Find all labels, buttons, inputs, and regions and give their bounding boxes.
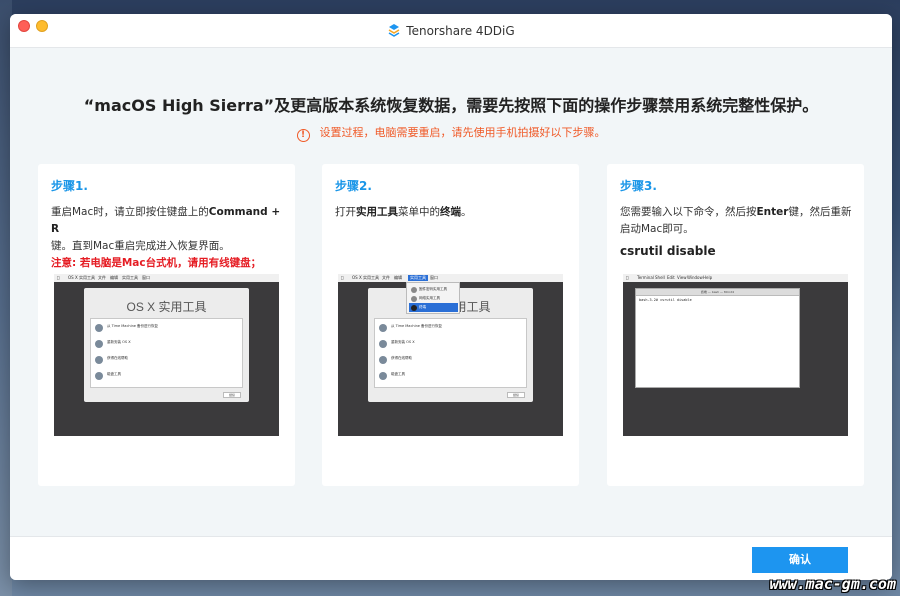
app-window: Tenorshare 4DDiG “macOS High Sierra”及更高版… [10, 14, 892, 580]
menu-label: 窗口 [142, 275, 150, 280]
utilities-dropdown-menu: 固件密码实用工具 网络实用工具 终端 [406, 282, 460, 314]
menu-label-active: 实用工具 [408, 275, 428, 281]
menu-item: 网络实用工具 [409, 294, 458, 303]
terminal-line: bash-3.2# csrutil disable [639, 298, 692, 302]
step-title: 步骤2. [335, 179, 372, 193]
step-note: 注意: 若电脑是Mac台式机，请用有线键盘； [51, 257, 262, 269]
list-item: 磁盘工具 [95, 371, 235, 383]
list-item: 重新安装 OS X [95, 339, 235, 351]
restart-warning: ! 设置过程，电脑需要重启，请先使用手机拍摄好以下步骤。 [10, 124, 892, 142]
step-text: 。 [461, 206, 472, 218]
exclamation-icon: ! [296, 129, 310, 142]
menu-label: Help [703, 275, 713, 280]
step-text: 键。直到Mac重启完成进入恢复界面。 [51, 240, 230, 252]
menu-label: Edit [667, 275, 675, 280]
page-heading: “macOS High Sierra”及更高版本系统恢复数据，需要先按照下面的操… [83, 96, 819, 115]
list-item: 磁盘工具 [379, 371, 519, 383]
warning-text: 设置过程，电脑需要重启，请先使用手机拍摄好以下步骤。 [319, 126, 606, 139]
menu-label: 窗口 [430, 275, 438, 280]
utilities-dialog: OS X 实用工具 从 Time Machine 备份进行恢复 重新安装 OS … [84, 288, 249, 402]
app-title: Tenorshare 4DDiG [10, 23, 892, 38]
menu-label: View [677, 275, 687, 280]
step-text-bold: 实用工具 [356, 206, 398, 218]
step-text-bold: Enter [756, 206, 789, 218]
menu-item: 固件密码实用工具 [409, 285, 458, 294]
menu-label: 实用工具 [122, 275, 138, 280]
list-item: 重新安装 OS X [379, 339, 519, 351]
menu-label: 文件 [98, 275, 106, 280]
menu-label: Shell [655, 275, 665, 280]
dialog-list: 从 Time Machine 备份进行恢复 重新安装 OS X 获得在线帮助 磁… [90, 318, 243, 388]
step-screenshot:  OS X 实用工具 文件 编辑 实用工具 窗口 OS X 实用工具 从 Ti… [338, 274, 563, 436]
screenshot-menubar:  Terminal Shell Edit View Window Help [623, 274, 848, 282]
menu-label: OS X 实用工具 [68, 275, 95, 280]
step-description: 重启Mac时，请立即按住键盘上的Command + R 键。直到Mac重启完成进… [51, 204, 287, 272]
terminal-title: 终端 — bash — 80×24 [636, 289, 799, 296]
step-screenshot:  OS X 实用工具 文件 编辑 实用工具 窗口 OS X 实用工具 从 Ti… [54, 274, 279, 436]
confirm-button[interactable]: 确认 [752, 547, 848, 573]
step-card-3: 步骤3. 您需要输入以下命令，然后按Enter键，然后重新启动Mac即可。 cs… [607, 164, 864, 486]
screenshot-menubar:  OS X 实用工具 文件 编辑 实用工具 窗口 [54, 274, 279, 282]
menu-label: OS X 实用工具 [352, 275, 379, 280]
screenshot-menubar:  OS X 实用工具 文件 编辑 实用工具 窗口 [338, 274, 563, 282]
step-text: 打开 [335, 206, 356, 218]
footer-bar: 确认 [10, 536, 892, 580]
menu-label: 文件 [382, 275, 390, 280]
app-logo-icon [388, 24, 400, 37]
step-description: 您需要输入以下命令，然后按Enter键，然后重新启动Mac即可。 [620, 204, 856, 238]
main-content: “macOS High Sierra”及更高版本系统恢复数据，需要先按照下面的操… [10, 48, 892, 536]
dialog-continue-button: 继续 [507, 392, 525, 398]
dialog-continue-button: 继续 [223, 392, 241, 398]
step-description: 打开实用工具菜单中的终端。 [335, 204, 571, 221]
step-text: 重启Mac时，请立即按住键盘上的 [51, 206, 209, 218]
menu-label: Window [687, 275, 703, 280]
list-item: 获得在线帮助 [95, 355, 235, 367]
menu-label: 编辑 [110, 275, 118, 280]
command-text: csrutil disable [620, 244, 716, 258]
dialog-title: OS X 实用工具 [126, 300, 207, 314]
step-text: 菜单中的 [398, 206, 440, 218]
step-text-bold: 终端 [440, 206, 461, 218]
step-title: 步骤3. [620, 179, 657, 193]
list-item: 从 Time Machine 备份进行恢复 [95, 323, 235, 335]
app-title-text: Tenorshare 4DDiG [406, 24, 515, 38]
menu-label: Terminal [637, 275, 654, 280]
menu-item-selected: 终端 [409, 303, 458, 312]
menu-label: 编辑 [394, 275, 402, 280]
title-bar: Tenorshare 4DDiG [10, 14, 892, 48]
step-card-1: 步骤1. 重启Mac时，请立即按住键盘上的Command + R 键。直到Mac… [38, 164, 295, 486]
list-item: 从 Time Machine 备份进行恢复 [379, 323, 519, 335]
step-text: 您需要输入以下命令，然后按 [620, 206, 757, 218]
list-item: 获得在线帮助 [379, 355, 519, 367]
watermark: www.mac-gm.com [769, 575, 896, 593]
step-card-2: 步骤2. 打开实用工具菜单中的终端。  OS X 实用工具 文件 编辑 实用工… [322, 164, 579, 486]
step-title: 步骤1. [51, 179, 88, 193]
terminal-window: 终端 — bash — 80×24 bash-3.2# csrutil disa… [635, 288, 800, 388]
dialog-list: 从 Time Machine 备份进行恢复 重新安装 OS X 获得在线帮助 磁… [374, 318, 527, 388]
step-screenshot:  Terminal Shell Edit View Window Help 终… [623, 274, 848, 436]
